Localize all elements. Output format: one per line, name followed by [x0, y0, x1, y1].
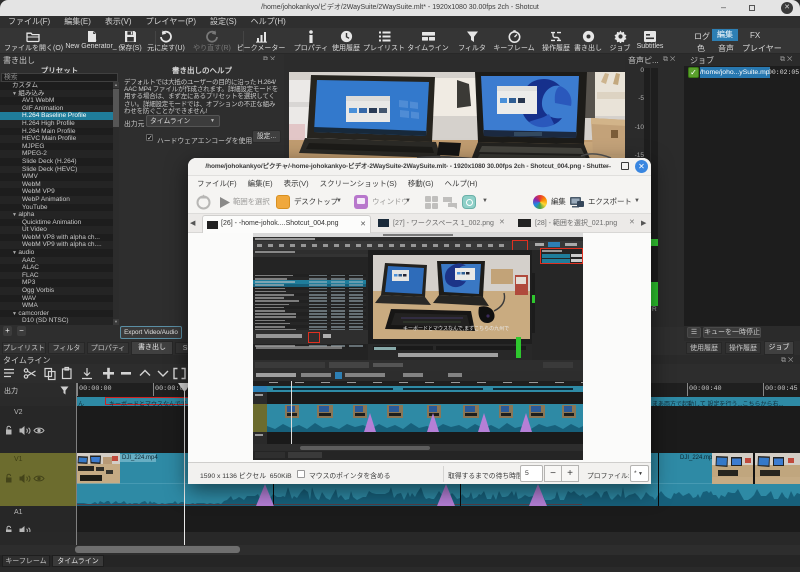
svg-text:キーボードとマウスなんで,まずこちらの九州で: キーボードとマウスなんで,まずこちらの九州で — [403, 325, 509, 332]
